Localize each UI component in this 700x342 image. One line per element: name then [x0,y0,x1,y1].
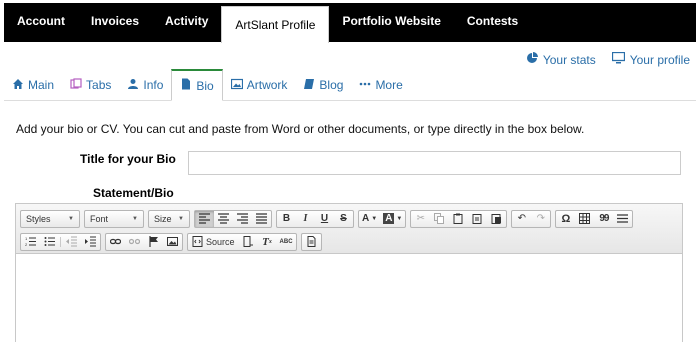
book-icon [303,78,315,93]
special-character-button[interactable]: Ω [556,211,575,227]
align-right-icon[interactable] [233,211,252,227]
paste-text-icon[interactable] [468,211,487,227]
statement-label: Statement/Bio [93,186,174,200]
underline-button[interactable]: U [315,211,334,227]
tab-main-label: Main [28,78,55,92]
source-label: Source [206,236,235,247]
color-group: A ▼ A ▼ [358,209,407,228]
show-blocks-icon[interactable] [239,234,258,250]
align-center-icon[interactable] [214,211,233,227]
monitor-icon [611,51,625,67]
tab-bio[interactable]: Bio [171,69,223,101]
stats-links: Your stats Your profile [526,51,690,67]
document-group [300,232,322,251]
insert-group: Ω 99 [555,209,634,228]
paste-icon[interactable] [449,211,468,227]
intro-text: Add your bio or CV. You can cut and past… [16,122,585,136]
clipboard-group: ✂ [410,209,508,228]
dropdown-arrow-icon: ▼ [178,215,184,222]
nav-account[interactable]: Account [4,3,78,42]
editor-content-area[interactable] [16,254,682,342]
anchor-flag-icon[interactable] [144,234,163,250]
profile-subtabs: Main Tabs Info Bio Artwork Blog More [4,69,696,101]
image-insert-icon[interactable] [163,234,182,250]
unlink-icon[interactable] [125,234,144,250]
source-group: Source Tx ABC [187,232,297,251]
tab-more-label: More [375,78,403,92]
link-group [105,232,183,251]
link-icon[interactable] [106,234,125,250]
editor-toolbar: Styles▼ Font▼ Size▼ B I U S A▼ A▼ ✂ [16,204,682,254]
copy-icon[interactable] [430,211,449,227]
your-profile-link[interactable]: Your profile [611,51,690,67]
svg-text:2: 2 [25,242,28,247]
align-justify-icon[interactable] [252,211,271,227]
source-button[interactable]: Source [188,234,239,250]
bulleted-list-icon[interactable] [40,234,59,250]
source-icon [192,236,203,247]
indent-icon[interactable] [81,234,100,250]
bio-title-input[interactable] [188,151,681,175]
text-color-button[interactable]: A ▼ [359,211,380,227]
tab-info-label: Info [143,78,164,92]
tab-artwork[interactable]: Artwork [223,70,296,100]
redo-icon[interactable]: ↷ [531,211,550,227]
tab-main[interactable]: Main [4,70,62,100]
dropdown-arrow-icon: ▼ [132,215,138,222]
nav-contests[interactable]: Contests [454,3,531,42]
tab-more[interactable]: More [351,70,410,100]
styles-dropdown[interactable]: Styles ▼ [20,209,80,228]
undo-group: ↶ ↷ [511,209,552,228]
horizontal-line-icon[interactable] [613,211,632,227]
title-label: Title for your Bio [80,152,176,166]
numbered-list-icon[interactable]: 12 [21,234,40,250]
nav-portfolio-website[interactable]: Portfolio Website [329,3,453,42]
dropdown-arrow-icon: ▼ [68,215,74,222]
outdent-icon[interactable] [62,234,81,250]
blockquote-button[interactable]: 99 [594,211,613,227]
top-nav: Account Invoices Activity ArtSlant Profi… [4,3,696,43]
tab-tabs[interactable]: Tabs [62,70,119,100]
background-color-button[interactable]: A ▼ [380,211,405,227]
your-stats-label: Your stats [542,52,596,67]
align-left-icon[interactable] [195,210,214,227]
nav-artslant-profile[interactable]: ArtSlant Profile [221,6,330,43]
format-group: B I U S [276,209,354,228]
spellcheck-button[interactable]: ABC [277,234,296,250]
tabs-icon [70,77,82,93]
cut-icon[interactable]: ✂ [411,211,430,227]
tab-bio-label: Bio [196,78,214,93]
italic-button[interactable]: I [296,211,315,227]
nav-activity[interactable]: Activity [152,3,221,42]
align-group [194,209,272,228]
ellipsis-icon [359,78,371,93]
home-icon [12,78,24,93]
tab-tabs-label: Tabs [86,78,112,92]
paste-word-icon[interactable] [487,211,506,227]
remove-format-button[interactable]: Tx [258,234,277,250]
bold-button[interactable]: B [277,211,296,227]
undo-icon[interactable]: ↶ [512,211,531,227]
your-stats-link[interactable]: Your stats [526,52,596,67]
bio-editor: Styles▼ Font▼ Size▼ B I U S A▼ A▼ ✂ [15,203,683,342]
list-group: 12 [20,232,101,251]
nav-invoices[interactable]: Invoices [78,3,152,42]
document-icon[interactable] [302,234,321,250]
file-icon [180,78,192,93]
user-icon [127,78,139,93]
your-profile-label: Your profile [629,52,690,67]
table-icon[interactable] [575,211,594,227]
strikethrough-button[interactable]: S [334,211,353,227]
tab-blog-label: Blog [319,78,344,92]
font-dropdown[interactable]: Font ▼ [84,209,144,228]
image-icon [230,78,243,93]
svg-text:1: 1 [25,236,28,241]
size-dropdown[interactable]: Size ▼ [148,209,190,228]
tab-artwork-label: Artwork [246,78,288,92]
tab-blog[interactable]: Blog [295,70,351,100]
tab-info[interactable]: Info [119,70,171,100]
pie-chart-icon [526,52,538,67]
